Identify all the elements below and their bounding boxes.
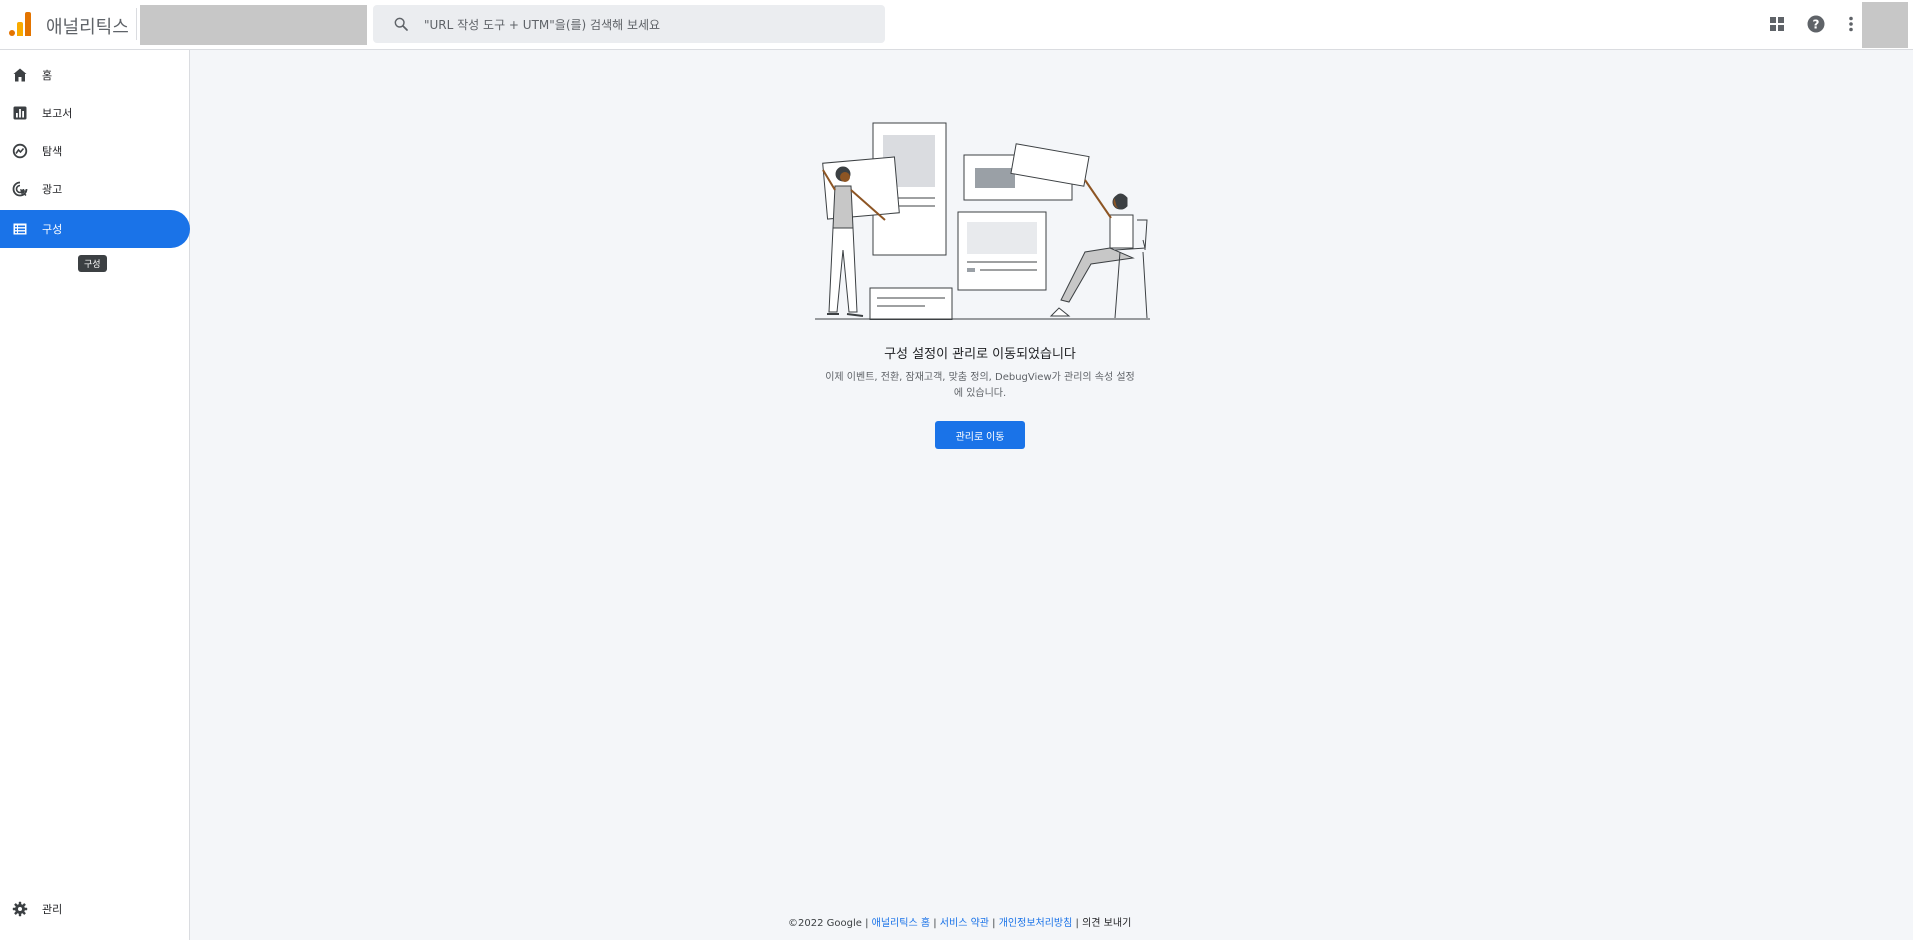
- sidebar-item-home[interactable]: 홈: [0, 56, 190, 94]
- go-to-admin-button[interactable]: 관리로 이동: [935, 421, 1025, 449]
- reports-icon: [13, 106, 27, 120]
- sidebar-item-label: 구성: [42, 223, 63, 236]
- separator: |: [865, 918, 869, 929]
- separator: |: [992, 918, 996, 929]
- more-vert-icon[interactable]: [1841, 14, 1861, 34]
- sidebar-item-explore[interactable]: 탐색: [0, 132, 190, 170]
- sidebar-item-label: 광고: [42, 183, 63, 196]
- sidebar-item-advertising[interactable]: 광고: [0, 170, 190, 208]
- separator: |: [933, 918, 937, 929]
- footer-link-privacy[interactable]: 개인정보처리방침: [999, 918, 1073, 929]
- tooltip: 구성: [78, 255, 107, 272]
- sidebar-item-reports[interactable]: 보고서: [0, 94, 190, 132]
- home-icon: [13, 68, 27, 82]
- sidebar: 홈 보고서 탐색 광고 구성 구성 관리: [0, 50, 190, 940]
- divider: [136, 8, 137, 40]
- app-title[interactable]: 애널리틱스: [46, 13, 129, 39]
- send-feedback-link[interactable]: 의견 보내기: [1082, 918, 1131, 929]
- page-description: 이제 이벤트, 전환, 잠재고객, 맞춤 정의, DebugView가 관리의 …: [825, 372, 1135, 399]
- footer-link-analytics-home[interactable]: 애널리틱스 홈: [872, 918, 930, 929]
- sidebar-item-label: 보고서: [42, 107, 73, 120]
- page-title: 구성 설정이 관리로 이동되었습니다: [884, 347, 1076, 362]
- explore-icon: [12, 143, 28, 159]
- sidebar-item-label: 홈: [42, 69, 53, 82]
- analytics-logo-icon[interactable]: [9, 12, 31, 36]
- sidebar-item-label: 탐색: [42, 145, 63, 158]
- footer: ©2022 Google | 애널리틱스 홈 | 서비스 약관 | 개인정보처리…: [788, 914, 1131, 929]
- sidebar-item-admin[interactable]: 관리: [0, 890, 190, 928]
- sidebar-item-configure[interactable]: 구성: [0, 210, 190, 248]
- moved-settings-illustration: [815, 122, 1150, 320]
- search-icon: [394, 17, 408, 31]
- apps-icon[interactable]: [1767, 14, 1787, 34]
- top-bar: 애널리틱스 "URL 작성 도구 + UTM"을(를) 검색해 보세요 ?: [0, 0, 1913, 50]
- footer-link-terms[interactable]: 서비스 약관: [940, 918, 989, 929]
- avatar[interactable]: [1862, 2, 1908, 48]
- sidebar-item-label: 관리: [42, 903, 63, 916]
- advertising-icon: [12, 181, 28, 197]
- separator: |: [1075, 918, 1079, 929]
- copyright: ©2022 Google: [788, 918, 862, 929]
- help-icon[interactable]: ?: [1806, 14, 1826, 34]
- gear-icon: [12, 901, 28, 917]
- configure-icon: [13, 223, 27, 235]
- search-placeholder: "URL 작성 도구 + UTM"을(를) 검색해 보세요: [424, 18, 661, 32]
- account-picker[interactable]: [140, 5, 367, 45]
- search-input[interactable]: "URL 작성 도구 + UTM"을(를) 검색해 보세요: [373, 5, 885, 43]
- svg-text:?: ?: [1813, 18, 1820, 32]
